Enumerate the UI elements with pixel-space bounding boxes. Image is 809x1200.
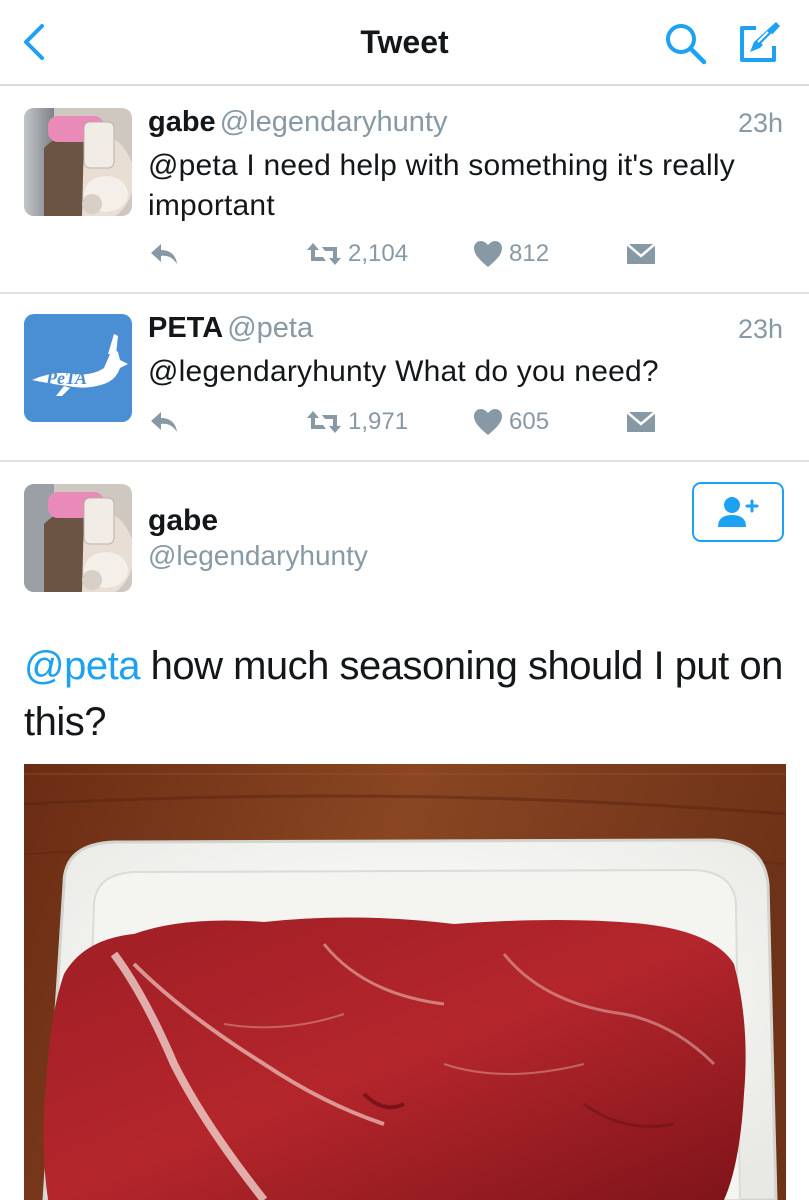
retweet-count: 1,971: [348, 408, 409, 435]
peta-logo-text: PeTA: [45, 368, 87, 388]
tweet-header: PETA @peta: [148, 312, 313, 345]
tweet-text: @peta I need help with something it's re…: [148, 149, 735, 222]
heart-icon: [474, 241, 502, 267]
username[interactable]: @legendaryhunty: [220, 106, 448, 138]
like-count: 812: [509, 240, 550, 267]
tweet-actions: 1,971 605: [148, 402, 668, 442]
like-count: 605: [509, 408, 550, 435]
search-button[interactable]: [664, 22, 708, 66]
retweet-icon: [307, 411, 341, 433]
reply-button[interactable]: [148, 402, 180, 442]
display-name[interactable]: gabe: [148, 504, 218, 538]
retweet-button[interactable]: 2,104: [306, 234, 408, 274]
like-button[interactable]: 605: [473, 402, 549, 442]
nav-bar: Tweet: [0, 0, 809, 86]
retweet-count: 2,104: [348, 240, 409, 267]
reply-icon: [151, 244, 177, 264]
retweet-icon: [307, 243, 341, 265]
timestamp: 23h: [737, 314, 783, 344]
reply-button[interactable]: [148, 234, 180, 274]
search-icon: [666, 24, 707, 65]
envelope-icon: [626, 243, 656, 264]
direct-message-button[interactable]: [626, 402, 656, 442]
avatar[interactable]: PeTA: [24, 314, 132, 422]
tweet-photo[interactable]: [24, 764, 786, 1200]
tweet-header: gabe @legendaryhunty: [148, 106, 447, 139]
avatar[interactable]: [24, 484, 132, 592]
avatar[interactable]: [24, 108, 132, 216]
tweet-text: @peta how much seasoning should I put on…: [24, 638, 794, 750]
username[interactable]: @peta: [227, 312, 313, 344]
envelope-icon: [626, 411, 656, 432]
tweet[interactable]: PeTA PETA @peta 23h @legendaryhunty What …: [0, 294, 809, 462]
heart-icon: [474, 409, 502, 435]
mention-link[interactable]: @peta: [24, 644, 140, 688]
tweet[interactable]: gabe @legendaryhunty 23h @peta I need hel…: [0, 88, 809, 294]
reply-icon: [151, 412, 177, 432]
follow-button[interactable]: [692, 482, 784, 542]
like-button[interactable]: 812: [473, 234, 549, 274]
retweet-button[interactable]: 1,971: [306, 402, 408, 442]
compose-button[interactable]: [734, 18, 784, 68]
compose-icon: [740, 22, 780, 62]
timestamp: 23h: [737, 108, 783, 138]
display-name[interactable]: gabe: [148, 106, 216, 138]
display-name[interactable]: PETA: [148, 312, 223, 344]
focused-tweet: gabe @legendaryhunty @peta how much seas…: [0, 462, 809, 1200]
direct-message-button[interactable]: [626, 234, 656, 274]
tweet-actions: 2,104 812: [148, 234, 668, 274]
add-user-icon: [718, 497, 759, 527]
username[interactable]: @legendaryhunty: [148, 540, 368, 572]
tweet-text: @legendaryhunty What do you need?: [148, 355, 659, 388]
